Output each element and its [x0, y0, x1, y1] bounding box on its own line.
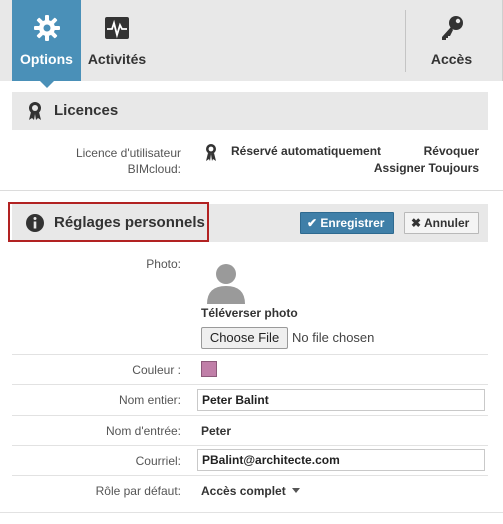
file-status: No file chosen — [292, 330, 375, 345]
tab-acces-label: Accès — [430, 51, 473, 67]
licence-label-line1: Licence d'utilisateur — [75, 146, 181, 160]
fullname-label: Nom entier: — [118, 393, 181, 407]
color-swatch[interactable] — [201, 361, 217, 377]
gear-icon — [33, 15, 60, 41]
activity-monitor-icon — [105, 17, 129, 39]
email-input[interactable] — [197, 449, 485, 471]
avatar-placeholder-icon — [207, 264, 245, 304]
highlight-box — [8, 202, 209, 242]
email-label: Courriel: — [135, 454, 181, 468]
section-divider — [0, 190, 503, 191]
licences-title: Licences — [54, 102, 119, 119]
role-select[interactable]: Accès complet — [201, 484, 300, 498]
active-tab-caret — [39, 81, 54, 88]
licences-header: Licences — [12, 92, 488, 130]
check-icon: ✔ — [307, 216, 318, 230]
login-label: Nom d'entrée: — [106, 424, 181, 438]
tab-activites[interactable]: Activités — [84, 0, 150, 81]
chevron-down-icon — [291, 488, 300, 493]
tab-activites-label: Activités — [87, 51, 147, 67]
role-select-value: Accès complet — [201, 484, 286, 498]
tab-acces[interactable]: Accès — [407, 0, 496, 81]
cancel-button-label: Annuler — [423, 216, 470, 230]
licence-label: Licence d'utilisateur BIMcloud: — [76, 145, 181, 177]
cancel-button[interactable]: ✖ Annuler — [404, 212, 479, 234]
row-divider — [12, 354, 488, 355]
role-label: Rôle par défaut: — [95, 484, 181, 498]
row-divider — [12, 415, 488, 416]
fullname-input[interactable] — [197, 389, 485, 411]
bottom-edge — [0, 512, 503, 524]
licence-ribbon-icon — [206, 144, 216, 161]
choose-file-button[interactable]: Choose File — [201, 327, 288, 349]
award-ribbon-icon — [29, 102, 41, 120]
close-icon: ✖ — [411, 216, 422, 230]
upload-photo-title: Téléverser photo — [201, 306, 298, 320]
photo-label: Photo: — [146, 257, 181, 271]
login-value: Peter — [201, 424, 232, 438]
assign-always-link[interactable]: Assigner Toujours — [374, 161, 479, 175]
row-divider — [12, 475, 488, 476]
save-button-label: Enregistrer — [320, 216, 385, 230]
key-icon — [441, 16, 463, 40]
row-divider — [12, 384, 488, 385]
licence-value: Réservé automatiquement — [231, 144, 382, 158]
top-toolbar: Options Activités Accès — [0, 0, 503, 88]
licence-label-line2: BIMcloud: — [127, 162, 181, 176]
tab-options-label: Options — [20, 51, 73, 67]
row-divider — [12, 445, 488, 446]
revoke-link[interactable]: Révoquer — [424, 144, 479, 158]
color-label: Couleur : — [132, 363, 181, 377]
save-button[interactable]: ✔ Enregistrer — [300, 212, 394, 234]
tab-options[interactable]: Options — [12, 0, 81, 88]
toolbar-separator — [405, 10, 406, 72]
